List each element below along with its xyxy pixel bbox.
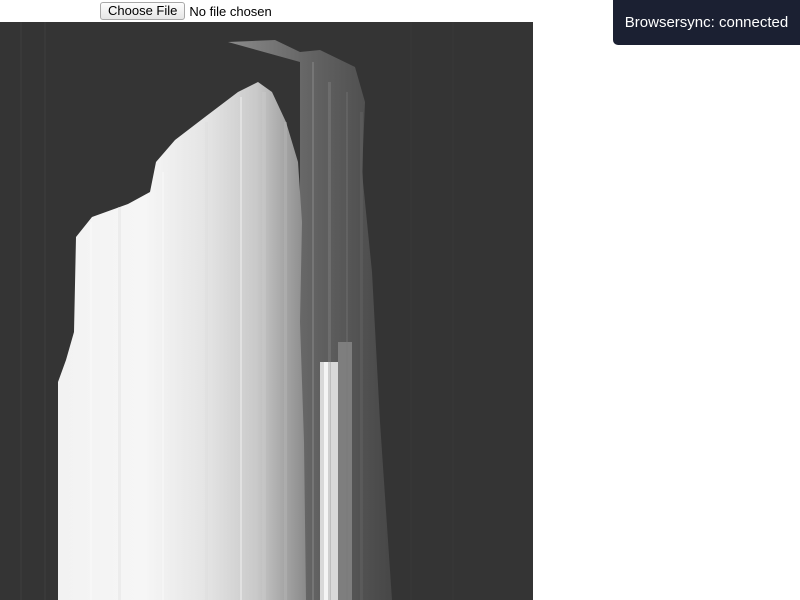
streaked-grayscale-render-icon — [0, 22, 533, 600]
file-input[interactable]: Choose File No file chosen — [100, 1, 272, 21]
page: Choose File No file chosen Browsersync: … — [0, 0, 800, 600]
browsersync-notification: Browsersync: connected — [613, 0, 800, 45]
render-canvas — [0, 22, 533, 600]
notification-text: Browsersync: connected — [624, 14, 789, 31]
file-status-label: No file chosen — [189, 3, 272, 19]
choose-file-button[interactable]: Choose File — [100, 2, 186, 20]
